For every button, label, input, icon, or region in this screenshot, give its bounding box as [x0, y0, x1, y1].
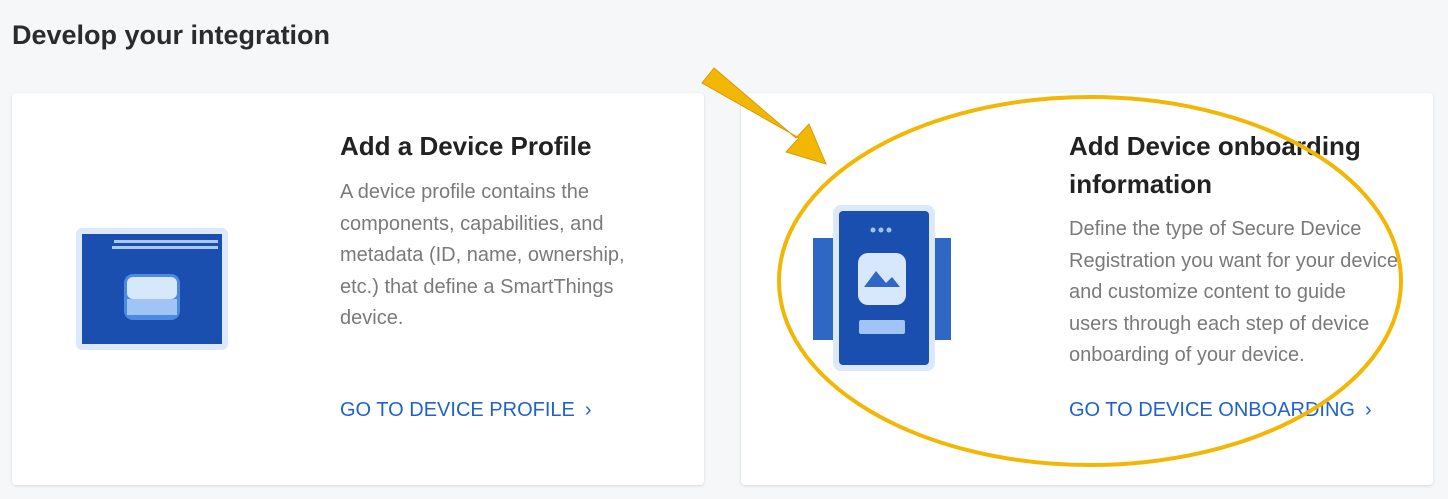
link-label: GO TO DEVICE PROFILE	[340, 399, 575, 421]
device-onboarding-card: Add Device onboarding information Define…	[741, 93, 1433, 485]
go-to-device-onboarding-link[interactable]: GO TO DEVICE ONBOARDING ›	[1069, 399, 1372, 422]
link-label: GO TO DEVICE ONBOARDING	[1069, 399, 1355, 421]
go-to-device-profile-link[interactable]: GO TO DEVICE PROFILE ›	[340, 399, 592, 422]
card-title: Add Device onboarding information	[1069, 131, 1361, 199]
chevron-right-icon: ›	[584, 399, 592, 421]
device-profile-card: Add a Device Profile A device profile co…	[12, 93, 704, 485]
section-title: Develop your integration	[12, 20, 331, 50]
device-profile-illustration	[76, 228, 228, 350]
chevron-right-icon: ›	[1364, 399, 1372, 421]
card-title: Add a Device Profile	[340, 131, 592, 161]
phone-onboarding-illustration	[813, 205, 951, 371]
card-description: Define the type of Secure Device Registr…	[1069, 218, 1399, 366]
card-description: A device profile contains the components…	[340, 181, 625, 329]
